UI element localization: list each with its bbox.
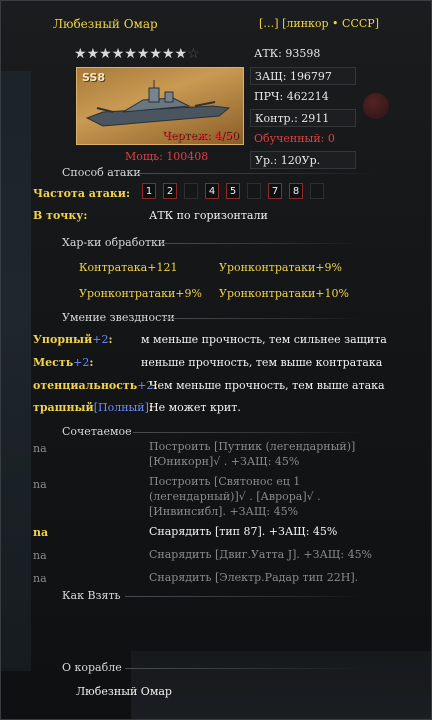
star-rating: ★★★★★★★★★☆	[74, 46, 200, 62]
processing-item: Уронконтратаки+9%	[219, 261, 342, 274]
star-skills-title: Умение звездности	[62, 311, 175, 324]
divider	[161, 243, 361, 244]
star-icon: ★	[111, 46, 125, 62]
stat-trained: Обученный: 0	[254, 132, 335, 145]
attack-slot	[184, 183, 198, 199]
combo-tag: na	[33, 572, 47, 585]
star-icon: ☆	[187, 46, 200, 62]
combo-tag: na	[33, 526, 49, 539]
about-ship-name: Любезный Омар	[76, 685, 172, 698]
divider	[125, 668, 365, 669]
combo-desc: Снарядить [Двиг.Уатта J]. +ЗАЩ: 45%	[149, 548, 373, 561]
background-scene	[1, 71, 31, 671]
star-skill-desc: неньше прочность, тем выше контратака	[141, 356, 383, 369]
star-icon: ★	[149, 46, 162, 62]
star-icon: ★	[161, 46, 175, 62]
stat-def: ЗАЩ: 196797	[250, 67, 356, 85]
star-icon: ★	[136, 46, 150, 62]
combo-desc: Снарядить [Электр.Радар тип 22H].	[149, 571, 359, 584]
star-icon: ★	[99, 46, 112, 62]
combo-desc: Построить [Святонос ец 1 (легендарный)]√…	[149, 475, 321, 518]
attack-frequency-label: Частота атаки:	[33, 187, 131, 200]
attack-slot: 1	[142, 183, 156, 199]
about-title: О корабле	[62, 661, 122, 674]
divider	[137, 173, 377, 174]
attack-method-title: Способ атаки	[62, 166, 141, 179]
processing-item: Уронконтратаки+10%	[219, 287, 349, 300]
star-icon: ★	[86, 46, 100, 62]
stat-level: Ур.: 120Ур.	[250, 151, 356, 169]
stat-atk: АТК: 93598	[254, 47, 321, 60]
processing-item: Контратака+121	[79, 261, 178, 274]
attack-slot: 8	[289, 183, 303, 199]
point-attack-value: АТК по горизонтали	[149, 209, 268, 222]
star-icon: ★	[74, 46, 87, 62]
processing-title: Хар-ки обработки	[62, 236, 166, 249]
ship-name-header: Любезный Омар	[53, 17, 158, 31]
combo-tag: na	[33, 478, 47, 491]
divider	[163, 318, 363, 319]
ship-portrait[interactable]: SS8 Чертеж: 4/50	[76, 67, 244, 145]
point-attack-label: В точку:	[33, 209, 88, 222]
star-skill-row: Упорный+2:	[33, 333, 113, 346]
attack-slot	[247, 183, 261, 199]
ship-info-panel: Любезный Омар […] [линкор • СССР] ★★★★★★…	[0, 0, 432, 720]
combo-tag: na	[33, 442, 47, 455]
power-value: Мощь: 100408	[125, 150, 209, 163]
background-bottom-bar	[131, 651, 431, 719]
combo-desc: Снарядить [тип 87]. +ЗАЩ: 45%	[149, 525, 338, 538]
attack-slot: 5	[226, 183, 240, 199]
background-close-icon	[363, 93, 389, 119]
star-icon: ★	[174, 46, 188, 62]
star-skill-row: отенциальность+2:	[33, 379, 158, 392]
combo-tag: na	[33, 549, 47, 562]
ship-tag-header: […] [линкор • СССР]	[259, 17, 379, 30]
attack-slot: 7	[268, 183, 282, 199]
divider	[133, 432, 363, 433]
star-icon: ★	[124, 46, 137, 62]
star-skill-desc: Не может крит.	[149, 401, 241, 414]
combo-desc: Построить [Путник (легендарный)] [Юникор…	[149, 440, 356, 468]
star-skill-row: Месть+2:	[33, 356, 94, 369]
stat-hp: ПРЧ: 462214	[254, 90, 329, 103]
star-skill-row: трашный[Полный]:	[33, 401, 153, 414]
stat-counter: Контр.: 2911	[250, 109, 356, 127]
processing-item: Уронконтратаки+9%	[79, 287, 202, 300]
attack-slot: 4	[205, 183, 219, 199]
blueprint-count: Чертеж: 4/50	[162, 129, 239, 142]
battleship-image	[85, 80, 231, 127]
attack-slot	[310, 183, 324, 199]
attack-slot: 2	[163, 183, 177, 199]
divider	[125, 596, 365, 597]
how-to-get-title: Как Взять	[62, 589, 121, 602]
star-skill-desc: Чем меньше прочность, тем выше атака	[149, 379, 385, 392]
star-skill-desc: м меньше прочность, тем сильнее защита	[141, 333, 387, 346]
combos-title: Сочетаемое	[62, 425, 132, 438]
